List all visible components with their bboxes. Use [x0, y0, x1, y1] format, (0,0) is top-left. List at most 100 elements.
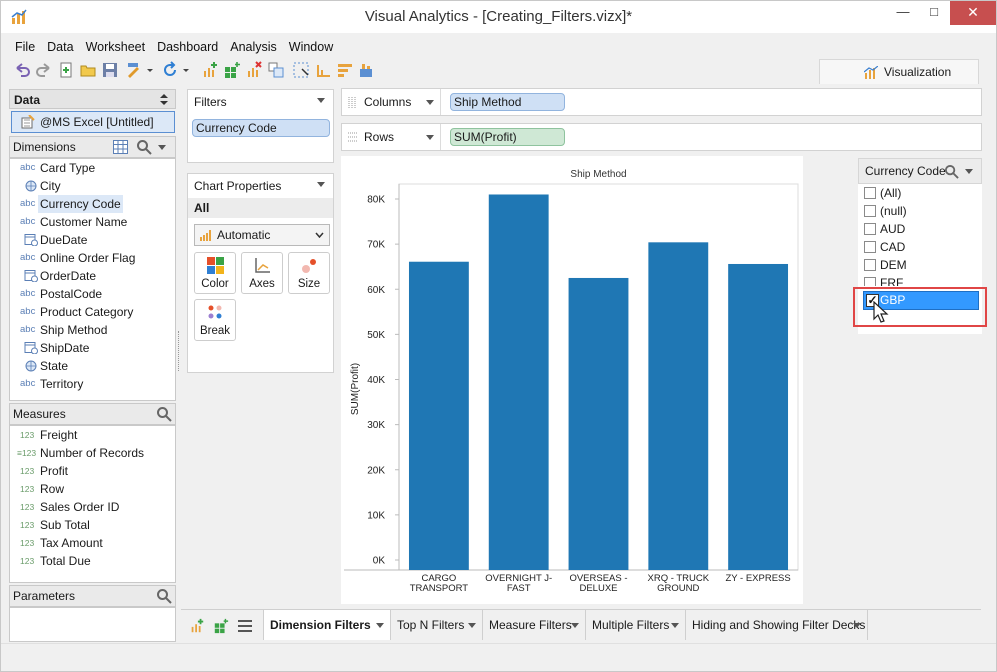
axes-icon	[255, 258, 270, 273]
clear-sheet-icon[interactable]	[245, 61, 263, 79]
number-type-icon: 123	[20, 502, 35, 512]
sheet-list-icon[interactable]	[237, 619, 253, 633]
search-icon[interactable]	[156, 406, 172, 422]
shelf-divider	[440, 124, 441, 150]
chevron-down-icon[interactable]	[317, 98, 325, 103]
globe-icon	[25, 360, 37, 372]
menu-dashboard[interactable]: Dashboard	[151, 37, 224, 57]
chevron-down-icon[interactable]	[376, 623, 384, 628]
chevron-down-icon[interactable]	[468, 623, 476, 628]
search-icon[interactable]	[156, 588, 172, 604]
menu-analysis[interactable]: Analysis	[224, 37, 283, 57]
datasource-item[interactable]: @MS Excel [Untitled]	[11, 111, 175, 133]
parameters-title: Parameters	[13, 589, 76, 603]
calculated-number-icon: ≡123	[17, 448, 37, 458]
dimensions-list: abc Card Type City abc Currency Code abc Cu…	[9, 158, 176, 401]
checkbox[interactable]	[864, 187, 876, 199]
sort-arrows-icon[interactable]	[160, 94, 168, 105]
shelf-divider	[440, 89, 441, 115]
quick-filter-header: Currency Code	[858, 158, 982, 184]
checkbox[interactable]	[864, 223, 876, 235]
new-icon[interactable]	[57, 61, 75, 79]
filter-option-frf[interactable]: FRF	[864, 274, 903, 286]
chevron-down-icon[interactable]	[182, 61, 190, 79]
menu-file[interactable]: File	[9, 37, 41, 57]
chevron-down-icon[interactable]	[426, 135, 434, 140]
x-tick-label: ZY - EXPRESS	[725, 573, 790, 584]
new-worksheet-icon[interactable]	[201, 61, 219, 79]
chevron-down-icon	[315, 232, 324, 238]
chevron-down-icon[interactable]	[158, 145, 166, 150]
duplicate-sheet-icon[interactable]	[267, 61, 285, 79]
mark-type-select[interactable]: Automatic	[194, 224, 330, 246]
checkbox[interactable]	[864, 259, 876, 271]
tab-multiple-filters[interactable]: Multiple Filters	[586, 610, 686, 640]
axes-button[interactable]: Axes	[241, 252, 283, 294]
data-panel-header: Data	[9, 89, 176, 109]
chevron-down-icon[interactable]	[853, 623, 861, 628]
y-tick-label: 10K	[367, 510, 385, 521]
filter-option-all[interactable]: (All)	[864, 184, 901, 202]
tab-measure-filters[interactable]: Measure Filters	[483, 610, 586, 640]
break-button[interactable]: Break	[194, 299, 236, 341]
y-tick-label: 30K	[367, 420, 385, 431]
chevron-down-icon[interactable]	[671, 623, 679, 628]
visualization-tab[interactable]: Visualization	[819, 59, 979, 84]
ship-method-pill[interactable]: Ship Method	[450, 93, 565, 111]
string-type-icon: abc	[20, 252, 36, 263]
sum-profit-pill[interactable]: SUM(Profit)	[450, 128, 565, 146]
color-button[interactable]: Color	[194, 252, 236, 294]
filter-pill-currency-code[interactable]: Currency Code	[192, 119, 330, 137]
group-icon[interactable]	[358, 61, 376, 79]
chevron-down-icon[interactable]	[965, 169, 973, 174]
table-view-icon[interactable]	[113, 140, 128, 154]
filter-option-dem[interactable]: DEM	[864, 256, 907, 274]
format-icon[interactable]	[125, 61, 143, 79]
search-icon[interactable]	[136, 139, 152, 155]
maximize-button[interactable]: □	[917, 1, 951, 25]
tab-top-n-filters[interactable]: Top N Filters	[391, 610, 483, 640]
bar	[648, 242, 709, 570]
globe-icon	[25, 180, 37, 192]
minimize-button[interactable]: —	[886, 1, 920, 25]
date-type-icon	[24, 234, 38, 246]
y-tick-label: 20K	[367, 465, 385, 476]
refresh-icon[interactable]	[161, 61, 179, 79]
chevron-down-icon[interactable]	[146, 61, 154, 79]
all-marks-label: All	[188, 198, 333, 218]
menu-window[interactable]: Window	[283, 37, 339, 57]
mark-type-value: Automatic	[217, 228, 271, 242]
panel-splitter[interactable]	[178, 331, 180, 371]
undo-icon[interactable]	[13, 61, 31, 79]
lasso-select-icon[interactable]	[292, 61, 310, 79]
y-tick-label: 40K	[367, 375, 385, 386]
checkbox[interactable]	[864, 241, 876, 253]
status-bar	[1, 643, 996, 671]
tab-dimension-filters[interactable]: Dimension Filters	[263, 610, 391, 640]
filter-option-null[interactable]: (null)	[864, 202, 907, 220]
x-tick-label: DELUXE	[579, 583, 617, 594]
menu-data[interactable]: Data	[41, 37, 79, 57]
checkbox[interactable]	[864, 277, 876, 286]
filter-option-aud[interactable]: AUD	[864, 220, 905, 238]
swap-axes-icon[interactable]	[314, 61, 332, 79]
chevron-down-icon[interactable]	[426, 100, 434, 105]
chevron-down-icon[interactable]	[571, 623, 579, 628]
new-dashboard-icon[interactable]	[223, 61, 241, 79]
tab-hiding-and-showing-filter-decks[interactable]: Hiding and Showing Filter Decks	[686, 610, 868, 640]
filter-option-cad[interactable]: CAD	[864, 238, 905, 256]
sort-icon[interactable]	[336, 61, 354, 79]
chevron-down-icon[interactable]	[317, 182, 325, 187]
search-icon[interactable]	[944, 164, 959, 179]
filters-card: Filters Currency Code	[187, 89, 334, 163]
new-worksheet-icon[interactable]	[189, 618, 205, 634]
size-button[interactable]: Size	[288, 252, 330, 294]
checkbox[interactable]	[864, 205, 876, 217]
save-icon[interactable]	[101, 61, 119, 79]
open-icon[interactable]	[79, 61, 97, 79]
close-button[interactable]: ✕	[950, 1, 996, 25]
menu-worksheet[interactable]: Worksheet	[80, 37, 152, 57]
bar	[408, 261, 469, 570]
new-dashboard-icon[interactable]	[213, 618, 229, 634]
redo-icon[interactable]	[35, 61, 53, 79]
